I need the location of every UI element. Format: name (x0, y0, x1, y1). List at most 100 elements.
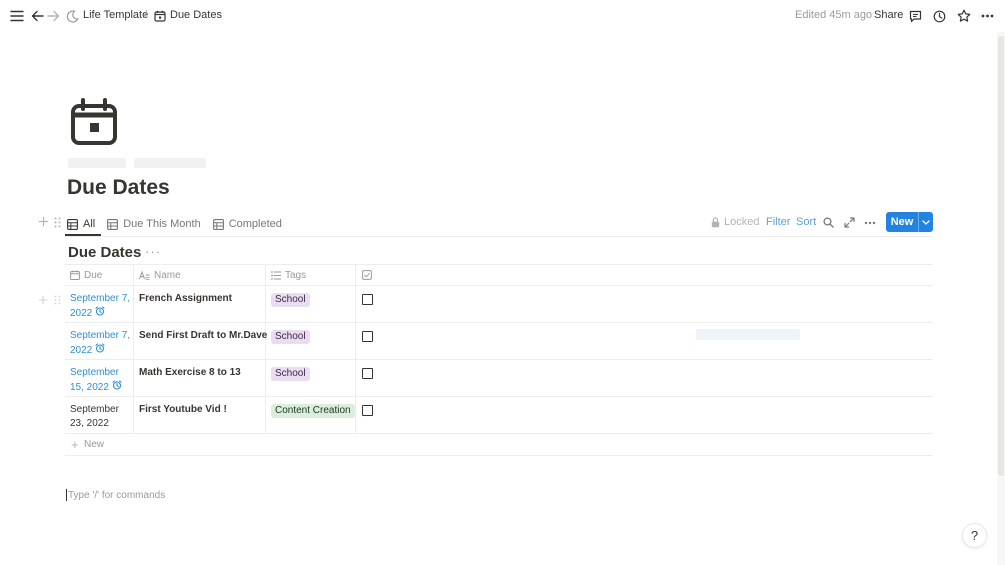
filter-button[interactable]: Filter (766, 216, 790, 228)
alarm-clock-icon (112, 380, 122, 395)
done-checkbox[interactable] (362, 368, 373, 379)
checkbox-icon (362, 270, 372, 280)
clock-icon[interactable] (931, 0, 948, 32)
column-header-due[interactable]: Due (70, 265, 102, 285)
tab-label: Due This Month (123, 218, 201, 230)
menu-icon[interactable] (8, 0, 26, 32)
search-icon[interactable] (822, 216, 835, 229)
tabs-divider (65, 236, 933, 237)
new-button[interactable]: New (886, 212, 933, 232)
table-icon (67, 218, 78, 230)
column-divider (355, 323, 356, 359)
forward-arrow-icon[interactable] (45, 0, 61, 32)
breadcrumb-life-template[interactable]: Life Template (83, 9, 148, 21)
sort-button[interactable]: Sort (796, 216, 816, 228)
top-bar: Life Template / Due Dates Edited 45m ago… (0, 0, 1005, 32)
database-more-icon[interactable]: ··· (145, 244, 161, 259)
tag-school[interactable]: School (271, 330, 310, 344)
column-divider (133, 360, 134, 396)
view-more-icon[interactable] (863, 217, 876, 228)
page-title[interactable]: Due Dates (67, 176, 170, 200)
row-drag-handle-icon[interactable] (54, 292, 61, 310)
add-block-icon[interactable] (38, 214, 49, 232)
table-row[interactable]: September 7, 2022 Send First Draft to Mr… (65, 323, 933, 360)
task-name[interactable]: Math Exercise 8 to 13 (139, 367, 241, 378)
column-header-tags[interactable]: Tags (271, 265, 306, 285)
tab-label: Completed (228, 218, 282, 230)
due-date-line1: September (70, 367, 119, 378)
column-divider (265, 360, 266, 396)
locked-label: Locked (724, 216, 760, 228)
column-label: Tags (285, 269, 307, 281)
table-row[interactable]: September 7, 2022 French Assignment Scho… (65, 286, 933, 323)
more-icon[interactable] (979, 0, 996, 32)
comment-icon[interactable] (907, 0, 924, 32)
tab-due-this-month[interactable]: Due This Month (107, 213, 201, 235)
scrollbar-thumb[interactable] (998, 36, 1004, 476)
drag-handle-icon[interactable] (54, 215, 61, 233)
tab-label: All (83, 218, 96, 230)
due-date-line1: September (70, 404, 119, 415)
calendar-icon (70, 270, 80, 280)
moon-icon (64, 0, 80, 32)
text-caret (66, 489, 67, 501)
star-icon[interactable] (955, 0, 972, 32)
page-header-hover-controls (68, 158, 206, 168)
due-date-cell[interactable]: September 15, 2022 (70, 366, 132, 395)
page-calendar-icon[interactable] (70, 98, 118, 146)
expand-icon[interactable] (843, 216, 856, 229)
due-date-line2: 15, 2022 (70, 382, 109, 394)
due-date-cell[interactable]: September 7, 2022 (70, 329, 132, 358)
column-divider (265, 265, 266, 285)
column-label: Name (154, 269, 181, 281)
table-header: Due Name Tags (65, 264, 933, 286)
chevron-down-icon[interactable] (919, 219, 933, 225)
table-row[interactable]: September 15, 2022 Math Exercise 8 to 13… (65, 360, 933, 397)
breadcrumb-due-dates[interactable]: Due Dates (170, 9, 222, 21)
lock-icon (711, 216, 720, 227)
table-row[interactable]: September 23, 2022 First Youtube Vid ! C… (65, 397, 933, 434)
column-divider (133, 265, 134, 285)
plus-icon: + (71, 437, 79, 452)
view-tabs: All Due This Month Completed (67, 212, 294, 236)
share-button[interactable]: Share (874, 9, 903, 21)
done-checkbox[interactable] (362, 405, 373, 416)
tag-content-creation[interactable]: Content Creation (271, 404, 355, 418)
tag-school[interactable]: School (271, 367, 310, 381)
column-label: Due (84, 269, 103, 281)
due-date-cell[interactable]: September 23, 2022 (70, 403, 132, 431)
table-icon (107, 218, 119, 230)
done-checkbox[interactable] (362, 294, 373, 305)
editor-placeholder[interactable]: Type '/' for commands (66, 489, 165, 501)
column-divider (133, 286, 134, 322)
new-row-label: New (84, 439, 105, 450)
done-checkbox[interactable] (362, 331, 373, 342)
new-button-label: New (890, 216, 914, 228)
task-name[interactable]: Send First Draft to Mr.Dave (139, 330, 267, 341)
tag-school[interactable]: School (271, 293, 310, 307)
back-arrow-icon[interactable] (29, 0, 45, 32)
column-divider (265, 286, 266, 322)
help-button[interactable]: ? (962, 523, 987, 548)
edited-timestamp: Edited 45m ago (795, 9, 873, 21)
task-name[interactable]: French Assignment (139, 293, 232, 304)
list-icon (271, 270, 281, 280)
placeholder-text: Type '/' for commands (68, 489, 166, 501)
column-divider (133, 397, 134, 433)
database-title[interactable]: Due Dates (68, 244, 141, 261)
row-add-icon[interactable] (38, 292, 48, 310)
column-divider (355, 397, 356, 433)
task-name[interactable]: First Youtube Vid ! (139, 404, 227, 415)
locked-indicator[interactable]: Locked (711, 216, 759, 228)
tab-completed[interactable]: Completed (212, 213, 282, 235)
due-date-cell[interactable]: September 7, 2022 (70, 292, 132, 321)
column-header-name[interactable]: Name (139, 265, 181, 285)
text-icon (139, 270, 150, 280)
tab-all[interactable]: All (67, 213, 95, 235)
column-header-done[interactable] (362, 265, 372, 285)
table-icon (212, 218, 224, 230)
column-divider (355, 265, 356, 285)
add-new-row[interactable]: + New (65, 434, 933, 456)
due-date-line2: 23, 2022 (70, 418, 109, 429)
column-divider (355, 360, 356, 396)
